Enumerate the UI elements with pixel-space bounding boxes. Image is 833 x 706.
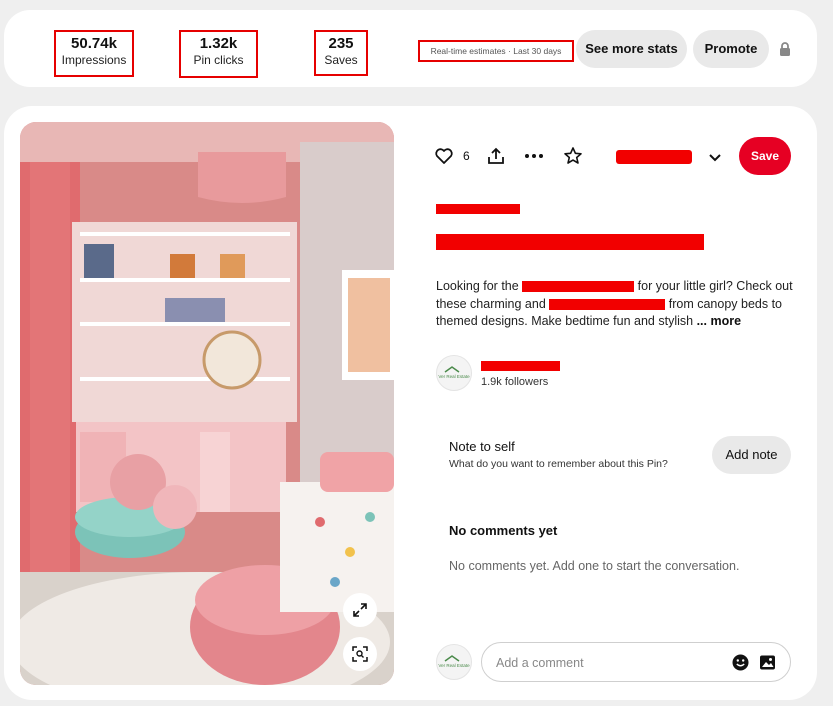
user-avatar[interactable]: Ver Real Estate [436, 644, 472, 680]
saves-value: 235 [328, 35, 354, 52]
heart-icon[interactable] [434, 146, 454, 166]
lock-icon [780, 42, 790, 56]
add-note-button[interactable]: Add note [712, 436, 791, 474]
impressions-label: Impressions [61, 53, 127, 67]
pin-title-redacted [436, 234, 704, 250]
more-link[interactable]: ... more [697, 314, 741, 328]
save-button[interactable]: Save [739, 137, 791, 175]
pin-image[interactable] [20, 122, 394, 685]
creator-followers: 1.9k followers [481, 376, 549, 388]
description-redaction-1 [522, 281, 635, 293]
svg-text:Ver Real Estate: Ver Real Estate [438, 663, 470, 668]
stat-impressions[interactable]: 50.74k Impressions [54, 30, 134, 77]
stat-pin-clicks[interactable]: 1.32k Pin clicks [179, 30, 258, 78]
comment-input[interactable] [494, 652, 728, 674]
comments-title: No comments yet [449, 523, 558, 538]
promote-button[interactable]: Promote [693, 30, 769, 68]
stat-saves[interactable]: 235 Saves [314, 30, 368, 76]
comments-empty-text: No comments yet. Add one to start the co… [449, 559, 740, 573]
reaction-count: 6 [463, 149, 470, 163]
emoji-icon[interactable] [732, 654, 749, 671]
user-logo: Ver Real Estate [438, 655, 470, 668]
visual-search-icon [352, 646, 368, 662]
creator-avatar[interactable]: Ver Real Estate [436, 355, 472, 391]
bedroom-illustration [20, 122, 394, 685]
impressions-value: 50.74k [71, 35, 117, 52]
board-selector[interactable] [614, 146, 724, 168]
board-name-redacted [616, 150, 692, 164]
comment-box[interactable] [481, 642, 791, 682]
pin-clicks-label: Pin clicks [193, 53, 244, 67]
source-link-redacted[interactable] [436, 204, 520, 214]
note-subtitle: What do you want to remember about this … [449, 458, 668, 470]
saves-label: Saves [324, 53, 358, 67]
visual-search-button[interactable] [343, 637, 377, 671]
see-more-stats-button[interactable]: See more stats [576, 30, 687, 68]
stats-bar: 50.74k Impressions 1.32k Pin clicks 235 … [4, 10, 817, 87]
expand-icon [353, 603, 367, 617]
creator-name-redacted[interactable] [481, 361, 560, 371]
note-title: Note to self [449, 439, 515, 454]
description-redaction-2 [549, 298, 666, 310]
svg-text:Ver Real Estate: Ver Real Estate [438, 374, 470, 379]
pin-description: Looking for the for your little girl? Ch… [436, 278, 798, 331]
pin-card: 6 Save Looking for the for your little g… [4, 106, 817, 700]
image-icon[interactable] [759, 654, 776, 671]
estimate-note: Real-time estimates · Last 30 days [418, 40, 574, 62]
description-part-1: Looking for the [436, 279, 523, 293]
expand-button[interactable] [343, 593, 377, 627]
creator-logo: Ver Real Estate [438, 366, 470, 379]
share-icon[interactable] [486, 146, 506, 166]
pin-clicks-value: 1.32k [199, 35, 238, 52]
more-dots-icon[interactable] [524, 146, 544, 166]
star-icon[interactable] [563, 146, 583, 166]
chevron-down-icon [709, 154, 721, 162]
